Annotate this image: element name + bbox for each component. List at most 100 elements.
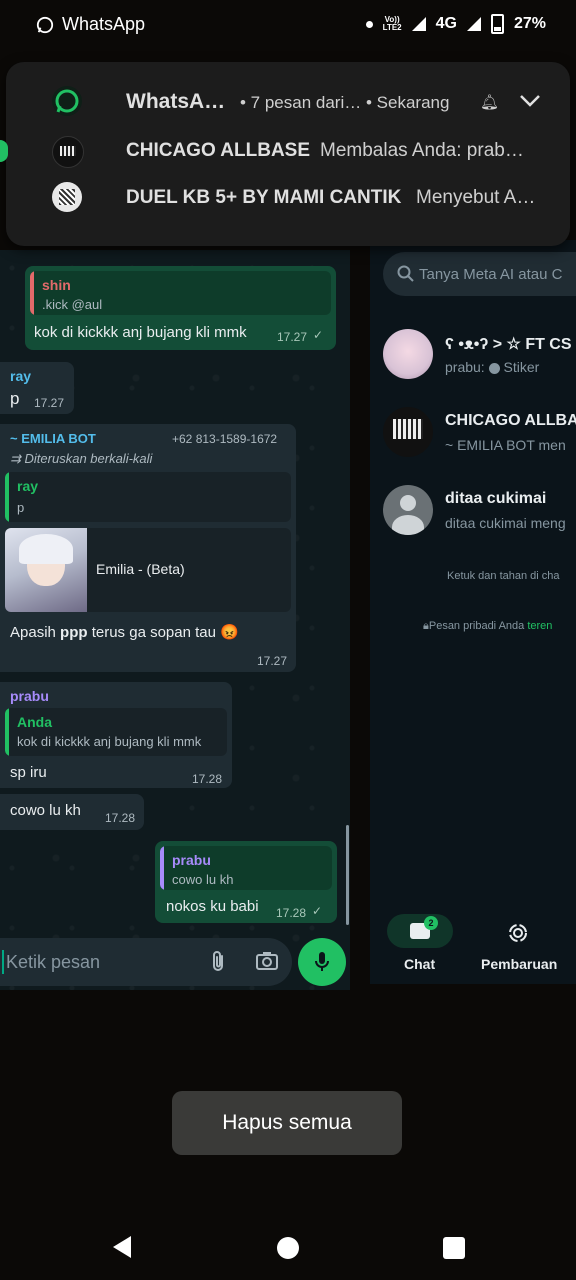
message-time: 17.28 [192,772,223,786]
forwarded-icon: ⇉ [10,451,21,466]
notification-title: CHICAGO ALLBASE [126,140,311,161]
message-time: 17.27 [34,396,65,410]
volte-icon: Vo)) LTE2 [382,15,402,32]
message-text: Apasih ppp terus ga sopan tau 😡 [10,624,239,641]
message-text: sp iru [10,764,47,781]
status-app-name: WhatsApp [62,14,146,34]
incoming-message[interactable]: ~ EMILIA BOT +62 813-1589-1672 ⇉ Diterus… [0,424,296,672]
message-time: 17.27 [277,330,308,344]
message-time: 17.28 [276,906,307,920]
notification-summary: • 7 pesan dari… • Sekarang [240,93,450,112]
incoming-message[interactable]: prabu Anda kok di kickkk anj bujang kli … [0,682,232,788]
chat-preview: prabu: Stiker [445,359,540,375]
camera-icon[interactable] [255,950,279,977]
message-text: nokos ku babi [166,898,259,915]
chat-avatar [52,136,84,168]
sender-phone: +62 813-1589-1672 [172,432,278,446]
quote-sender: ray [17,478,39,494]
avatar [383,407,433,457]
chat-preview: ditaa cukimai meng [445,515,566,531]
attach-icon[interactable] [208,950,228,979]
message-text: p [10,389,20,408]
chat-preview: ~ EMILIA BOT men [445,437,566,453]
forwarded-label: ⇉ Diteruskan berkali-kali [10,451,153,466]
bell-icon: 🔔︎ [480,94,500,111]
quote-sender: Anda [17,714,52,730]
chat-name: ditaa cukimai [445,490,547,507]
avatar [383,329,433,379]
message-text: kok di kickkk anj bujang kli mmk [34,324,247,341]
scrollbar[interactable] [346,825,349,925]
notification-text: Menyebut A… [416,187,536,208]
incoming-message[interactable]: cowo lu kh 17.28 [0,794,144,830]
quoted-message[interactable]: shin .kick @aul [30,271,331,315]
home-button[interactable] [277,1237,299,1259]
battery-icon [490,14,504,34]
updates-icon[interactable] [507,922,529,949]
chat-window[interactable]: shin .kick @aul kok di kickkk anj bujang… [0,250,350,990]
back-button[interactable] [111,1235,133,1264]
chat-name: CHICAGO ALLBASE [445,412,576,429]
preview-image [5,528,87,612]
quote-text: cowo lu kh [172,872,234,887]
nav-chat-pill[interactable]: 2 [387,914,453,948]
notification-app-name: WhatsA… [126,90,226,113]
status-bar: WhatsApp Vo)) LTE2 4G 27% [0,0,576,50]
link-preview-card[interactable]: Emilia - (Beta) [5,528,291,612]
message-sender: ray [10,368,32,384]
expand-chevron-icon[interactable] [518,90,542,115]
mic-button[interactable] [298,938,346,986]
avatar [383,485,433,535]
status-indicators: Vo)) LTE2 4G 27% [365,14,546,34]
status-app: WhatsApp [36,14,145,35]
angry-emoji-icon: 😡 [220,624,239,641]
incoming-message[interactable]: ray p 17.27 [0,362,74,414]
nav-updates-label[interactable]: Pembaruan [481,956,557,972]
search-input[interactable]: Tanya Meta AI atau C [419,266,562,283]
unread-badge: 2 [424,916,438,930]
back-icon [113,1236,131,1258]
search-bar[interactable]: Tanya Meta AI atau C [383,252,576,296]
quote-sender: prabu [172,852,211,868]
search-icon [397,265,414,282]
message-sender: prabu [10,688,49,704]
sticker-icon [488,362,500,374]
mic-icon [315,952,329,971]
quote-text: .kick @aul [42,297,103,312]
outgoing-message[interactable]: shin .kick @aul kok di kickkk anj bujang… [25,266,336,350]
hint-text: Ketuk dan tahan di cha [447,570,560,582]
message-time: 17.28 [105,811,136,825]
network-type: 4G [435,15,457,32]
quote-text: p [17,500,25,515]
clear-all-button[interactable]: Hapus semua [172,1091,402,1155]
sent-check-icon: ✓ [313,328,324,342]
privacy-link[interactable]: teren [527,620,552,632]
notification-card[interactable]: WhatsA… • 7 pesan dari… • Sekarang 🔔︎ CH… [6,62,570,246]
text-caret [2,950,4,974]
quoted-message[interactable]: ray p [5,472,291,522]
quoted-message[interactable]: Anda kok di kickkk anj bujang kli mmk [5,708,227,756]
chat-avatar [52,182,82,212]
whatsapp-icon [52,86,82,116]
notification-dot-icon [365,20,373,28]
recents-button[interactable] [443,1237,465,1259]
quote-text: kok di kickkk anj bujang kli mmk [17,734,202,749]
sent-check-icon: ✓ [312,904,323,918]
signal-icon [411,17,426,31]
signal-icon-2 [466,17,481,31]
message-sender: ~ EMILIA BOT [10,431,96,446]
battery-level: 27% [513,15,546,32]
notification-text: Membalas Anda: prab… [320,140,524,161]
chat-list-window[interactable]: Tanya Meta AI atau C ʕ •ᴥ•ʔ > ☆ FT CS B … [370,240,576,984]
notification-title: DUEL KB 5+ BY MAMI CANTIK [126,187,402,208]
nav-chat-label[interactable]: Chat [404,956,435,972]
chat-name: ʕ •ᴥ•ʔ > ☆ FT CS B [445,336,576,353]
message-input-bar[interactable]: Ketik pesan [0,938,292,986]
preview-title: Emilia - (Beta) [96,561,185,577]
message-input[interactable]: Ketik pesan [6,952,100,973]
quote-sender: shin [42,277,71,293]
outgoing-message[interactable]: prabu cowo lu kh nokos ku babi 17.28 ✓ [155,841,337,923]
quoted-message[interactable]: prabu cowo lu kh [160,846,332,890]
privacy-note: 🔒︎Pesan pribadi Anda teren [423,620,553,632]
message-text: cowo lu kh [10,802,81,819]
